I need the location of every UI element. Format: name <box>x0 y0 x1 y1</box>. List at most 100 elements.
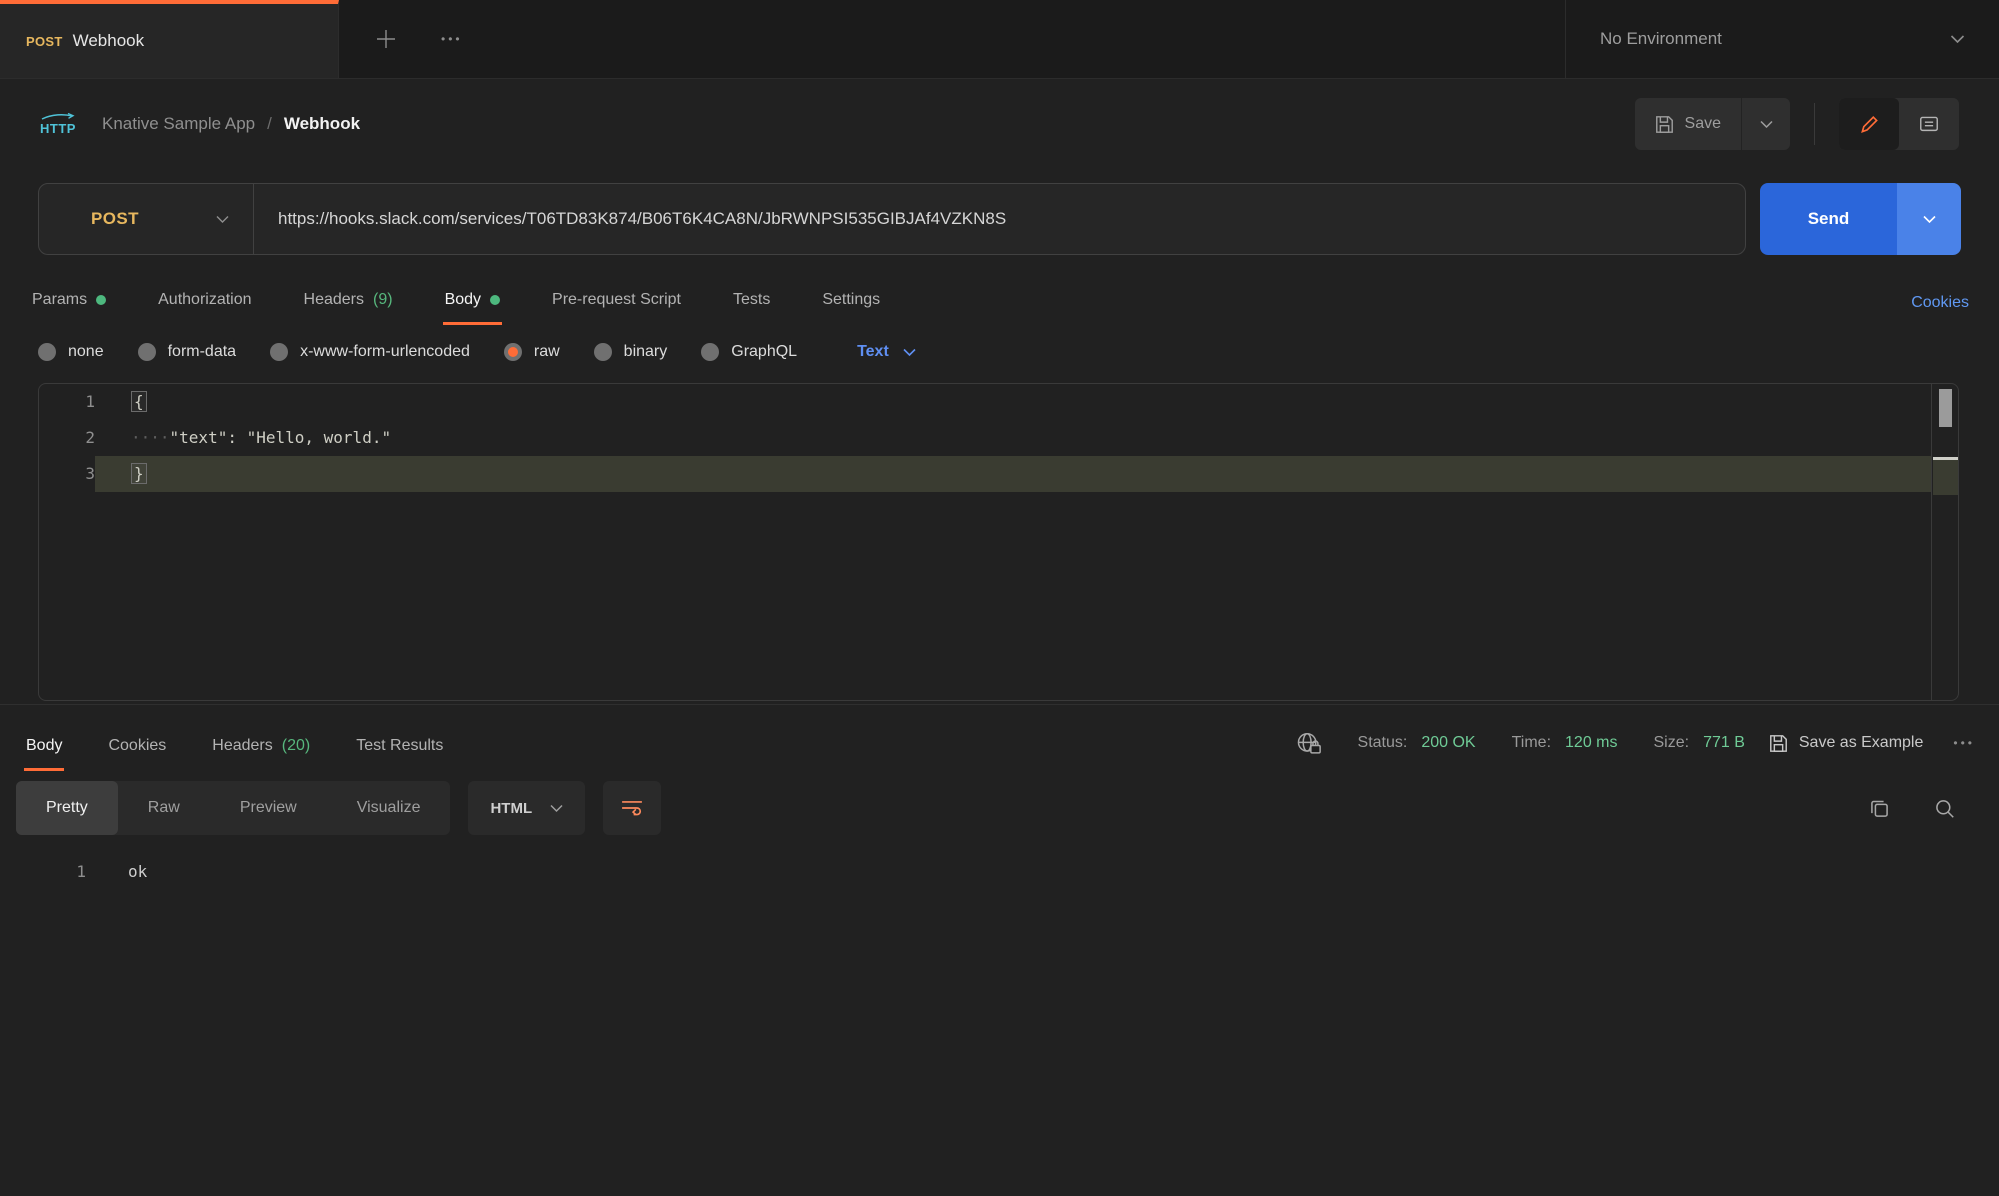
radio-form-data[interactable]: form-data <box>138 343 236 361</box>
radio-icon <box>38 343 56 361</box>
edit-mode-button[interactable] <box>1839 98 1899 150</box>
tab-pre-request-script[interactable]: Pre-request Script <box>550 281 683 325</box>
size-value: 771 B <box>1703 734 1745 752</box>
send-button-group: Send <box>1760 183 1961 255</box>
close-brace: } <box>131 463 147 484</box>
wrap-text-button[interactable] <box>603 781 661 835</box>
line-number: 1 <box>0 857 86 887</box>
scrollbar-cursor-marker <box>1933 457 1958 460</box>
copy-icon[interactable] <box>1869 798 1890 819</box>
editor-scrollbar[interactable] <box>1931 384 1958 700</box>
tab-tests[interactable]: Tests <box>731 281 772 325</box>
response-tab-body[interactable]: Body <box>24 727 64 771</box>
response-more-options-icon[interactable]: ••• <box>1953 736 1975 750</box>
save-as-example-button[interactable]: Save as Example <box>1769 734 1924 753</box>
status-label: Status: <box>1358 734 1408 752</box>
new-tab-button[interactable] <box>375 28 397 50</box>
breadcrumb-collection[interactable]: Knative Sample App <box>102 114 255 134</box>
tab-title: Webhook <box>73 31 145 51</box>
breadcrumb-separator: / <box>267 114 272 134</box>
radio-icon <box>138 343 156 361</box>
http-protocol-icon: HTTP <box>40 112 76 136</box>
request-tab-active[interactable]: POST Webhook <box>0 0 339 78</box>
request-url-row: POST https://hooks.slack.com/services/T0… <box>38 183 1961 255</box>
save-button-group: Save <box>1635 98 1790 150</box>
response-tab-cookies[interactable]: Cookies <box>106 727 168 771</box>
url-input[interactable]: https://hooks.slack.com/services/T06TD83… <box>254 209 1006 229</box>
save-icon <box>1769 734 1788 753</box>
response-tab-test-results[interactable]: Test Results <box>354 727 445 771</box>
green-dot-icon <box>490 295 500 305</box>
status-value: 200 OK <box>1421 734 1475 752</box>
line-number: 2 <box>39 420 95 456</box>
code-text: "text": "Hello, world." <box>170 428 392 447</box>
tab-strip: ••• <box>339 0 1565 78</box>
radio-x-www-form-urlencoded[interactable]: x-www-form-urlencoded <box>270 343 470 361</box>
radio-icon <box>701 343 719 361</box>
view-raw-button[interactable]: Raw <box>118 781 210 835</box>
send-options-button[interactable] <box>1897 183 1961 255</box>
radio-icon <box>270 343 288 361</box>
view-preview-button[interactable]: Preview <box>210 781 327 835</box>
code-line: 1 { <box>39 384 1958 420</box>
tab-authorization[interactable]: Authorization <box>156 281 253 325</box>
radio-selected-icon <box>504 343 522 361</box>
response-header: Body Cookies Headers (20) Test Results S… <box>0 705 1999 771</box>
open-brace: { <box>131 391 147 412</box>
scrollbar-thumb[interactable] <box>1939 389 1952 427</box>
url-bar: POST https://hooks.slack.com/services/T0… <box>38 183 1746 255</box>
cookies-link[interactable]: Cookies <box>1911 294 1969 325</box>
search-icon[interactable] <box>1934 798 1955 819</box>
wrap-text-icon <box>621 799 643 817</box>
response-toolbar: Pretty Raw Preview Visualize HTML <box>0 781 1999 835</box>
chevron-down-icon <box>903 348 916 357</box>
request-header: HTTP Knative Sample App / Webhook Save <box>0 79 1999 169</box>
save-options-button[interactable] <box>1741 98 1790 150</box>
send-button[interactable]: Send <box>1760 183 1897 255</box>
radio-binary[interactable]: binary <box>594 343 668 361</box>
method-selector[interactable]: POST <box>39 209 253 229</box>
divider <box>1814 103 1815 145</box>
breadcrumb-request-name[interactable]: Webhook <box>284 114 360 134</box>
tab-params[interactable]: Params <box>30 281 108 325</box>
chevron-down-icon <box>550 804 563 813</box>
environment-label: No Environment <box>1600 29 1722 49</box>
tab-body[interactable]: Body <box>443 281 502 325</box>
view-pretty-button[interactable]: Pretty <box>16 781 118 835</box>
comments-button[interactable] <box>1899 98 1959 150</box>
header-actions: Save <box>1635 98 1959 150</box>
whitespace-dots: ···· <box>131 428 170 447</box>
mode-toggle-group <box>1839 98 1959 150</box>
method-value: POST <box>91 209 139 229</box>
request-body-editor[interactable]: 1 { 2 ····"text": "Hello, world." 3 } <box>38 383 1959 701</box>
response-format-dropdown[interactable]: HTML <box>468 781 585 835</box>
response-body: 1 ok <box>0 857 1999 887</box>
size-label: Size: <box>1653 734 1689 752</box>
chevron-down-icon <box>1950 34 1965 44</box>
tab-settings[interactable]: Settings <box>820 281 882 325</box>
breadcrumb: Knative Sample App / Webhook <box>102 114 360 134</box>
tab-more-options-icon[interactable]: ••• <box>441 32 463 46</box>
response-view-switch: Pretty Raw Preview Visualize <box>16 781 450 835</box>
view-visualize-button[interactable]: Visualize <box>327 781 451 835</box>
response-headers-count: (20) <box>282 737 310 755</box>
save-icon <box>1655 115 1674 134</box>
time-label: Time: <box>1512 734 1551 752</box>
response-text: ok <box>86 857 147 887</box>
radio-raw[interactable]: raw <box>504 343 560 361</box>
line-number: 3 <box>39 456 95 492</box>
response-tab-headers[interactable]: Headers (20) <box>210 727 312 771</box>
raw-format-dropdown[interactable]: Text <box>857 343 916 361</box>
environment-selector[interactable]: No Environment <box>1565 0 1999 78</box>
network-info-icon[interactable] <box>1296 731 1322 755</box>
tab-headers[interactable]: Headers (9) <box>302 281 395 325</box>
headers-count: (9) <box>373 291 393 309</box>
line-number: 1 <box>39 384 95 420</box>
code-line: 2 ····"text": "Hello, world." <box>39 420 1958 456</box>
code-line-highlighted: 3 } <box>39 456 1958 492</box>
green-dot-icon <box>96 295 106 305</box>
time-value: 120 ms <box>1565 734 1617 752</box>
save-button[interactable]: Save <box>1635 98 1741 150</box>
radio-none[interactable]: none <box>38 343 104 361</box>
radio-graphql[interactable]: GraphQL <box>701 343 797 361</box>
